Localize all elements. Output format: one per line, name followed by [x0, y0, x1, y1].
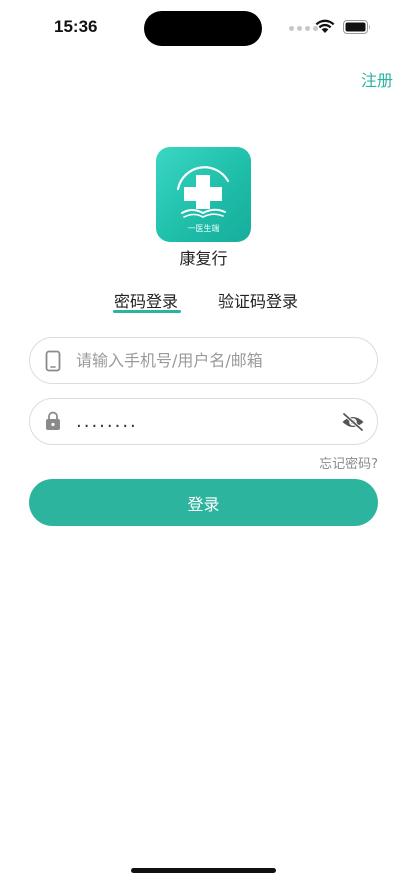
dynamic-island [144, 11, 262, 46]
cellular-signal-icon [289, 26, 318, 31]
logo-caption: 一医生端 [188, 223, 220, 233]
phone-icon [45, 350, 61, 372]
app-logo: 一医生端 [156, 147, 251, 242]
wifi-icon [315, 19, 335, 33]
register-link[interactable]: 注册 [361, 67, 393, 91]
password-input[interactable] [76, 399, 336, 444]
account-field [29, 337, 378, 384]
forgot-password-link[interactable]: 忘记密码? [319, 453, 378, 472]
status-bar: 15:36 [0, 0, 407, 56]
app-name: 康复行 [179, 249, 228, 268]
tab-code-login[interactable]: 验证码登录 [218, 288, 298, 312]
battery-icon [343, 20, 370, 34]
login-button[interactable]: 登录 [29, 479, 378, 526]
account-input[interactable] [76, 338, 336, 383]
password-field [29, 398, 378, 445]
login-tabs: 密码登录 验证码登录 [0, 288, 407, 318]
eye-off-icon[interactable] [341, 411, 365, 433]
medical-cross-icon: 一医生端 [176, 166, 230, 233]
tab-password-login[interactable]: 密码登录 [114, 288, 178, 312]
status-time: 15:36 [54, 17, 98, 36]
lock-icon [46, 411, 60, 430]
active-tab-indicator [113, 310, 181, 313]
home-indicator[interactable] [131, 868, 276, 873]
